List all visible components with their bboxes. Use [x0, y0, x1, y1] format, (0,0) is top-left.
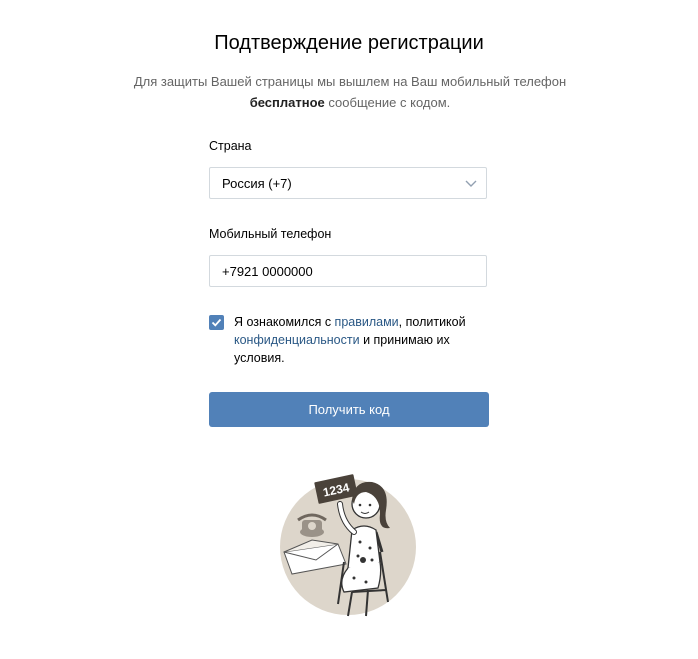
- agree-text: Я ознакомился с правилами, политикой кон…: [234, 313, 494, 367]
- phone-input[interactable]: [210, 256, 486, 286]
- agree-checkbox[interactable]: [209, 315, 224, 330]
- country-select-value: Россия (+7): [222, 176, 292, 191]
- agree-text-2: , политикой: [398, 315, 466, 329]
- subtitle-bold-free: бесплатное: [249, 95, 325, 110]
- rules-link[interactable]: правилами: [335, 315, 399, 329]
- country-label: Страна: [209, 139, 252, 153]
- page-title: Подтверждение регистрации: [214, 32, 484, 54]
- country-select[interactable]: Россия (+7): [209, 167, 487, 199]
- subtitle-text-part2: сообщение с кодом.: [324, 95, 451, 110]
- get-code-button[interactable]: Получить код: [209, 392, 489, 427]
- chevron-down-icon: [465, 180, 477, 187]
- page-subtitle: Для защиты Вашей страницы мы вышлем на В…: [130, 71, 570, 113]
- woman-holding-code-sign-illustration: 1234: [280, 474, 416, 617]
- checkmark-icon: [211, 318, 222, 327]
- privacy-policy-link[interactable]: конфиденциальности: [234, 333, 360, 347]
- phone-label: Мобильный телефон: [209, 227, 332, 241]
- subtitle-text-part1: Для защиты Вашей страницы мы вышлем на В…: [133, 74, 567, 89]
- phone-field: [209, 255, 487, 287]
- agree-text-1: Я ознакомился с: [234, 315, 335, 329]
